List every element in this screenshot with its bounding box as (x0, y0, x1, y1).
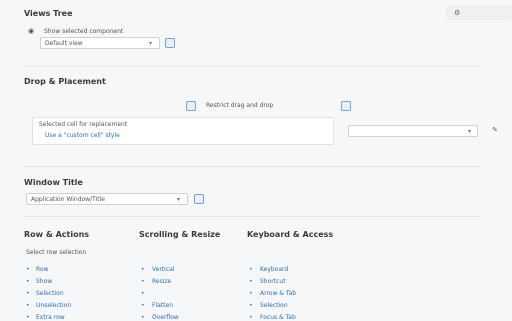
restrict-checkbox[interactable] (186, 101, 196, 111)
radio-icon[interactable]: ◉ (28, 27, 34, 35)
bullet: • (141, 266, 145, 273)
col3-item-2[interactable]: Arrow & Tab (260, 290, 296, 297)
divider (24, 216, 480, 217)
col3-item-1[interactable]: Shortcut (260, 278, 286, 285)
window-select-value: Application Window/Title (31, 196, 105, 203)
col1-item-2[interactable]: Selection (36, 290, 64, 297)
col2-heading: Scrolling & Resize (139, 230, 221, 239)
restrict-help-button[interactable] (341, 101, 351, 111)
bullet: • (26, 266, 30, 273)
bullet: • (26, 290, 30, 297)
col1-item-1[interactable]: Show (36, 278, 52, 285)
window-apply-button[interactable] (194, 194, 204, 204)
col1-heading: Row & Actions (24, 230, 90, 239)
col1-item-3[interactable]: Unselection (36, 302, 71, 309)
col1-sub: Select row selection (26, 249, 87, 256)
bullet: • (249, 278, 253, 285)
views-heading: Views Tree (24, 9, 73, 18)
bullet: • (141, 278, 145, 285)
bullet: • (141, 302, 145, 309)
col2-item-1[interactable]: Resize (152, 278, 171, 285)
bullet: • (249, 290, 253, 297)
divider (24, 166, 480, 167)
chevron-down-icon: ▾ (468, 128, 472, 135)
col2-item-2[interactable]: Flatten (152, 302, 173, 309)
bullet: • (249, 266, 253, 273)
settings-page: ⚙ Views Tree ◉ Show selected component D… (0, 0, 512, 321)
drop-select[interactable]: ▾ (348, 125, 478, 137)
drop-heading: Drop & Placement (24, 77, 106, 86)
view-apply-button[interactable] (165, 38, 175, 48)
window-select[interactable]: Application Window/Title ▾ (26, 193, 188, 205)
col3-item-3[interactable]: Selection (260, 302, 288, 309)
window-heading: Window Title (24, 178, 83, 187)
divider (24, 66, 480, 67)
col3-item-0[interactable]: Keyboard (260, 266, 288, 273)
view-select[interactable]: Default view ▾ (40, 37, 160, 49)
col3-heading: Keyboard & Access (247, 230, 334, 239)
top-right-button[interactable]: ⚙ (446, 6, 512, 20)
edit-icon[interactable]: ✎ (492, 126, 498, 134)
bullet: • (26, 302, 30, 309)
col1-item-0[interactable]: Row (36, 266, 48, 273)
gear-icon: ⚙ (454, 9, 461, 17)
restrict-label: Restrict drag and drop (206, 102, 274, 109)
col2-item-0[interactable]: Vertical (152, 266, 174, 273)
bullet: • (249, 302, 253, 309)
selected-cell-panel: Selected cell for replacement Use a "cus… (32, 117, 334, 145)
bullet: • (141, 290, 145, 297)
view-select-value: Default view (45, 40, 83, 47)
bullet: • (26, 278, 30, 285)
custom-cell-link[interactable]: Use a "custom cell" style (45, 132, 120, 139)
chevron-down-icon: ▾ (177, 196, 181, 203)
selected-cell-label: Selected cell for replacement (39, 121, 128, 128)
radio-label: Show selected component (44, 28, 124, 35)
chevron-down-icon: ▾ (149, 40, 153, 47)
